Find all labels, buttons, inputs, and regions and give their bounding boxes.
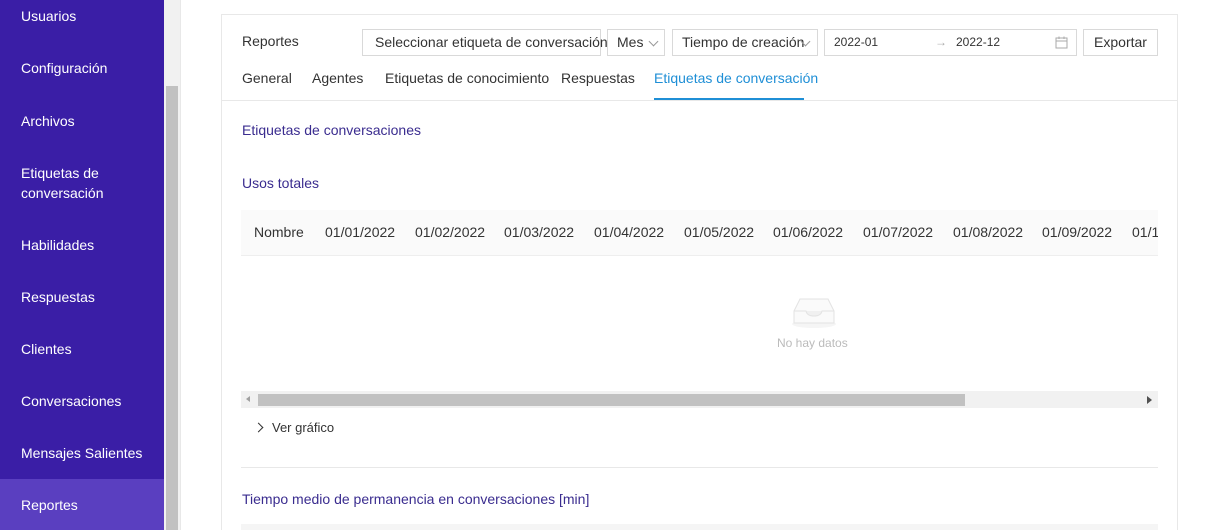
chevron-down-icon [648,36,659,47]
scroll-left-arrow-icon[interactable] [246,396,250,402]
column-header: 01/01/2022 [325,224,396,240]
table-header: Nombre 01/01/2022 01/02/2022 01/03/2022 … [241,210,1158,256]
conversation-tag-select-label: Seleccionar etiqueta de conversación [375,34,608,50]
tab-etiquetas-conversacion[interactable]: Etiquetas de conversación [654,70,818,86]
sidebar-item-reportes[interactable]: Reportes [21,495,78,515]
usage-title: Usos totales [242,175,320,191]
tab-general[interactable]: General [242,70,292,86]
sidebar-item-conversaciones[interactable]: Conversaciones [21,391,121,411]
conversation-tag-select[interactable]: Seleccionar etiqueta de conversación [362,29,608,56]
sidebar-item-archivos[interactable]: Archivos [21,111,75,131]
column-header: 01/09/2022 [1042,224,1113,240]
column-header: 01/07/2022 [863,224,934,240]
export-button[interactable]: Exportar [1083,29,1158,56]
calendar-icon [1055,36,1068,49]
column-header: 01/03/2022 [504,224,575,240]
column-header: 01/06/2022 [773,224,844,240]
tab-etiquetas-conocimiento[interactable]: Etiquetas de conocimiento [385,70,549,86]
sidebar-item-clientes[interactable]: Clientes [21,339,72,359]
column-header: 01/02/2022 [415,224,486,240]
time-type-select-value: Tiempo de creación [682,34,805,50]
column-header: 01/08/2022 [953,224,1024,240]
time-type-select[interactable]: Tiempo de creación [672,29,818,56]
chevron-right-icon [253,422,264,433]
table-horizontal-scrollbar[interactable] [241,391,1158,408]
page-title: Reportes [242,33,299,49]
empty-state-text: No hay datos [777,336,848,350]
sidebar-item-configuracion[interactable]: Configuración [21,58,107,78]
sidebar-scrollbar-thumb[interactable] [166,86,178,530]
date-range-picker[interactable]: 2022-01 → 2022-12 [824,29,1077,56]
export-button-label: Exportar [1094,34,1147,50]
sidebar-item-habilidades[interactable]: Habilidades [21,235,94,255]
tab-respuestas[interactable]: Respuestas [561,70,635,86]
sidebar-item-mensajes-salientes[interactable]: Mensajes Salientes [21,443,142,463]
view-chart-label: Ver gráfico [272,420,335,435]
avg-time-title: Tiempo medio de permanencia en conversac… [242,491,590,507]
section-title: Etiquetas de conversaciones [242,122,421,138]
period-select-value: Mes [617,34,644,50]
sidebar-item-respuestas[interactable]: Respuestas [21,287,95,307]
column-header: 01/04/2022 [594,224,665,240]
sidebar-item-etiquetas-conversacion[interactable]: Etiquetas de conversación [21,163,104,203]
column-header: Nombre [254,224,304,240]
date-range-start[interactable]: 2022-01 [834,30,878,55]
date-range-separator: → [935,35,947,49]
view-chart-toggle[interactable]: Ver gráfico [253,420,335,435]
period-select[interactable]: Mes [607,29,665,56]
sidebar: Usuarios Configuración Archivos Etiqueta… [0,0,164,530]
sidebar-divider [180,0,181,530]
column-header: 01/1 [1132,224,1158,240]
table-scrollbar-thumb[interactable] [258,394,965,406]
tab-agentes[interactable]: Agentes [312,70,363,86]
column-header: 01/05/2022 [684,224,755,240]
section-divider [241,467,1158,468]
scroll-right-arrow-icon[interactable] [1147,396,1152,404]
sidebar-item-usuarios[interactable]: Usuarios [21,6,76,26]
date-range-end[interactable]: 2022-12 [956,30,1000,55]
report-card [221,14,1178,530]
next-table-header [241,524,1158,530]
empty-inbox-icon [792,298,836,328]
tabs-divider [222,100,1177,101]
